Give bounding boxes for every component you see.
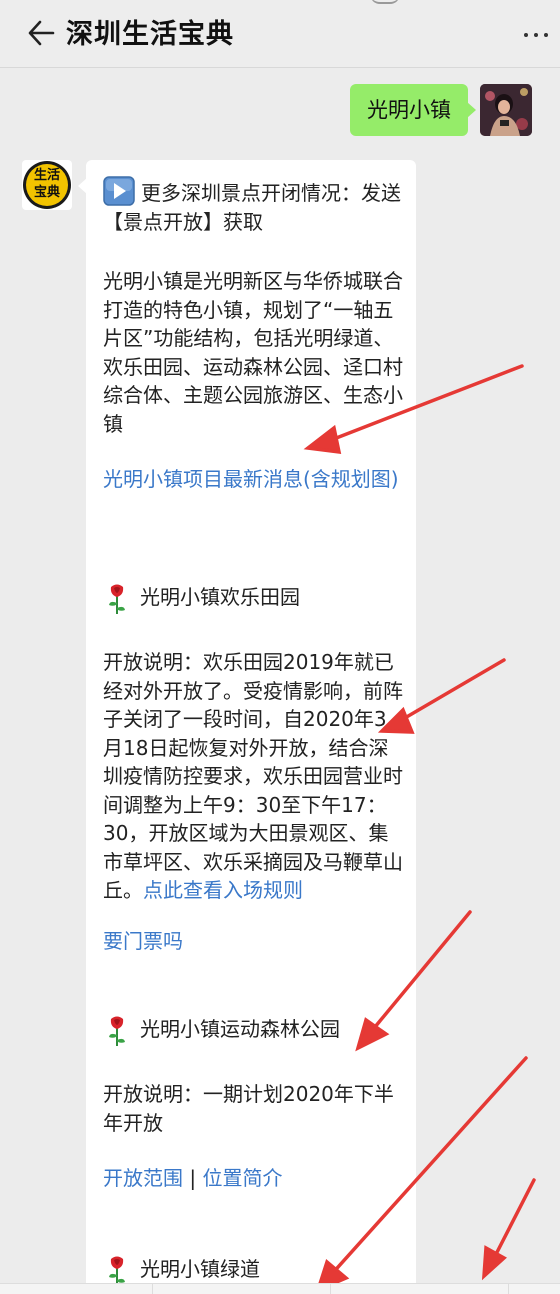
ticket-link[interactable]: 要门票吗 (103, 927, 403, 956)
bot-avatar-text: 生活 宝典 (22, 167, 72, 201)
description-text: 光明小镇是光明新区与华侨城联合打造的特色小镇，规划了“一轴五片区”功能结构，包括… (103, 269, 403, 436)
open-range-link[interactable]: 开放范围 (103, 1166, 183, 1190)
rose-icon (106, 1255, 128, 1287)
location-intro-link[interactable]: 位置简介 (202, 1166, 282, 1190)
arrow-left-icon[interactable] (26, 18, 56, 48)
top-edge-mark (370, 0, 400, 4)
menu-divider (330, 1284, 331, 1294)
avatar-text-line-1: 生活 (33, 168, 60, 183)
chat-title: 深圳生活宝典 (66, 19, 234, 50)
outgoing-message-bubble[interactable]: 光明小镇 (350, 84, 476, 136)
menu-divider (508, 1284, 509, 1294)
news-link[interactable]: 光明小镇项目最新消息(含规划图) (103, 465, 403, 494)
intro-text: 更多深圳景点开闭情况：发送【景点开放】获取 (103, 181, 401, 234)
link-separator: | (189, 1166, 197, 1190)
more-dots-icon[interactable] (518, 16, 554, 52)
section-heading-huanle-tianyuan: 光明小镇欢乐田园 (106, 580, 300, 614)
bottom-menu-bar (0, 1283, 560, 1294)
avatar-text-line-2: 宝典 (33, 185, 60, 200)
rose-icon (106, 583, 128, 615)
section-body-huanle-tianyuan: 开放说明：欢乐田园2019年就已经对外开放了。受疫情影响，前阵子关闭了一段时间，… (103, 648, 403, 905)
arrow-5 (490, 1178, 536, 1264)
section-body-sports-forest-park: 开放说明：一期计划2020年下半年开放 (103, 1082, 394, 1135)
rose-icon (106, 1015, 128, 1047)
section-title: 光明小镇欢乐田园 (140, 585, 300, 609)
self-avatar[interactable] (480, 84, 532, 136)
bot-message-card: 更多深圳景点开闭情况：发送【景点开放】获取 光明小镇是光明新区与华侨城联合打造的… (78, 160, 416, 1294)
intro-line: 更多深圳景点开闭情况：发送【景点开放】获取 (103, 176, 403, 236)
section-links-row: 开放范围 | 位置简介 (103, 1164, 403, 1193)
section-heading-greenway: 光明小镇绿道 (106, 1252, 260, 1286)
section-body-text: 开放说明：欢乐田园2019年就已经对外开放了。受疫情影响，前阵子关闭了一段时间，… (103, 650, 403, 902)
section-title: 光明小镇运动森林公园 (140, 1017, 340, 1041)
menu-divider (152, 1284, 153, 1294)
play-button-icon (103, 176, 137, 206)
top-bar: 深圳生活宝典 (0, 0, 560, 68)
section-title: 光明小镇绿道 (140, 1257, 260, 1281)
entry-rules-link[interactable]: 点此查看入场规则 (143, 878, 303, 902)
arrow-5-head (481, 1245, 507, 1281)
bot-avatar[interactable]: 生活 宝典 (22, 160, 72, 210)
section-heading-sports-forest-park: 光明小镇运动森林公园 (106, 1012, 340, 1046)
